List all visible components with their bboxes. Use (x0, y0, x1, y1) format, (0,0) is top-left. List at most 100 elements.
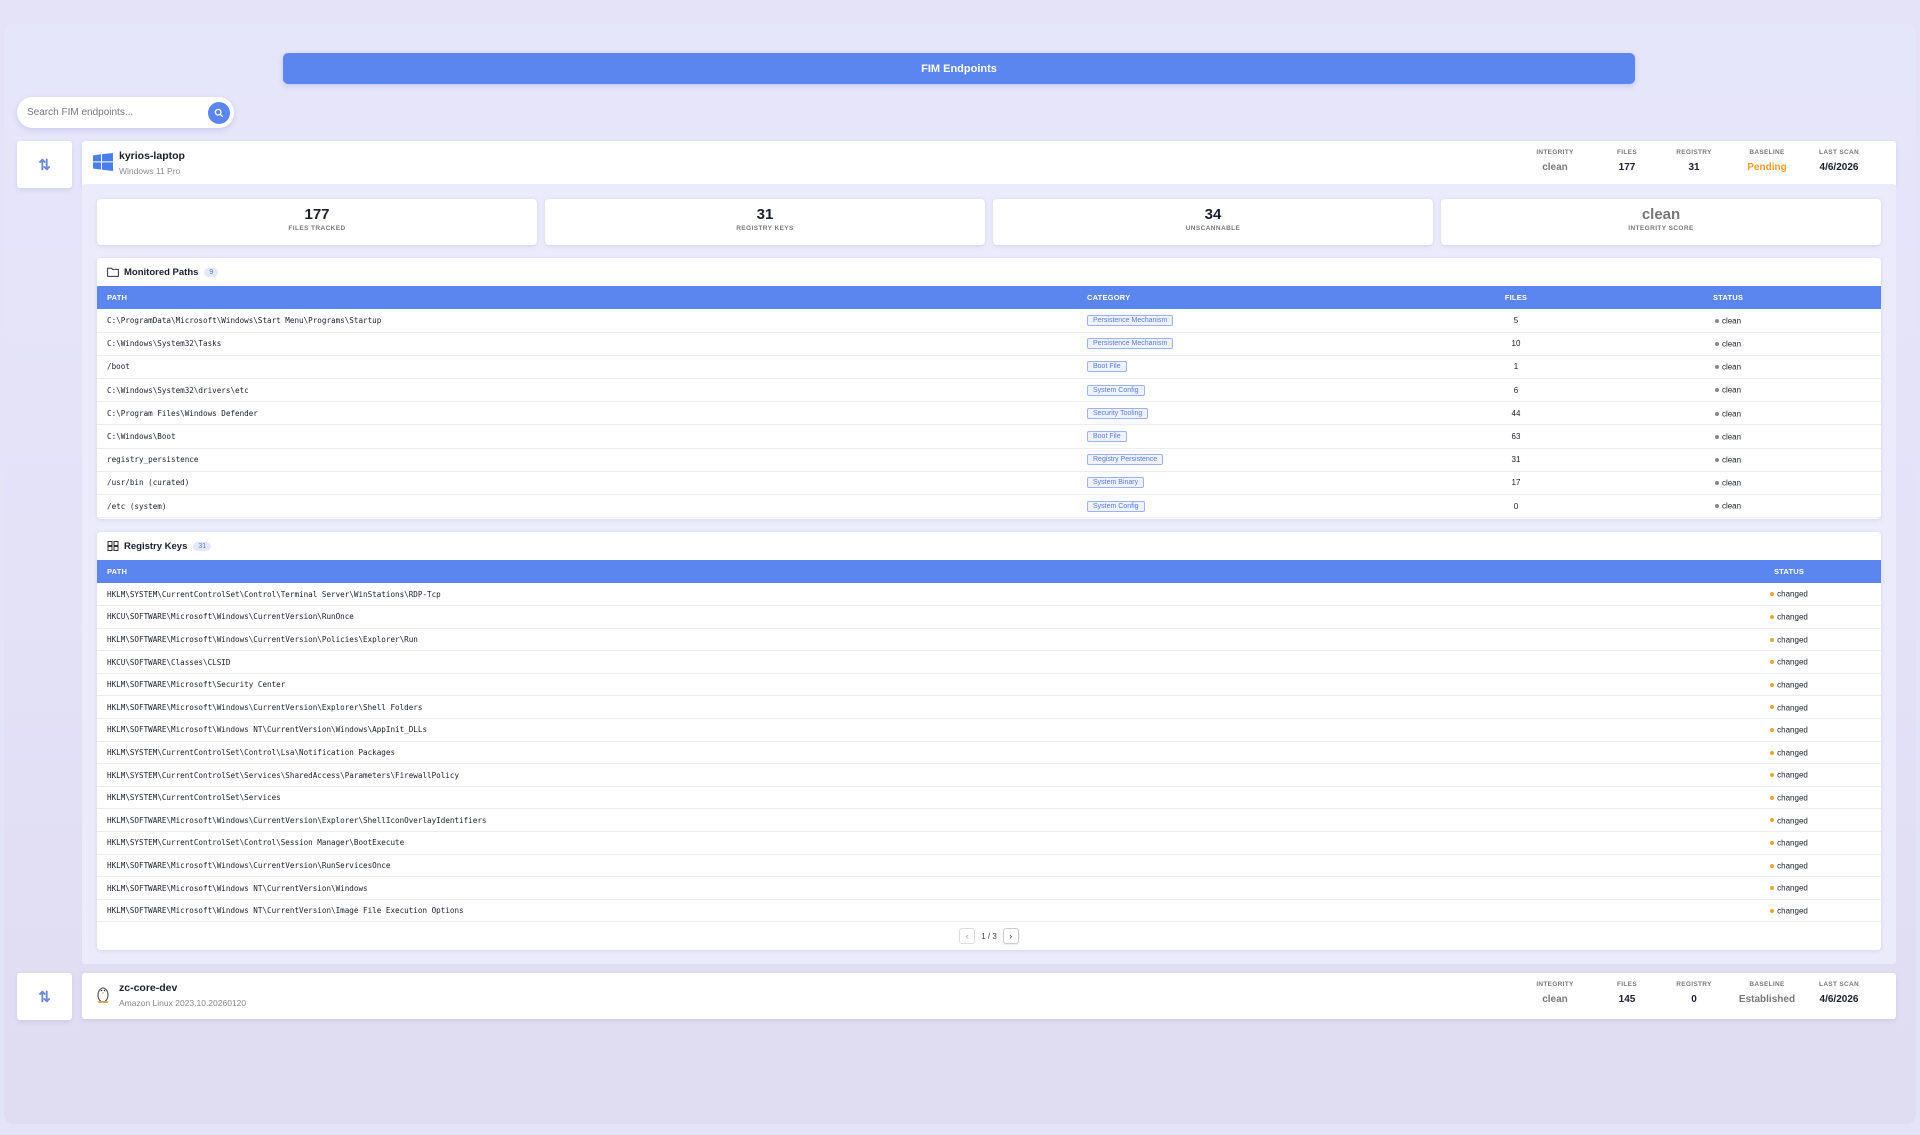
table-row[interactable]: C:\Windows\Boot Boot File 63 clean (97, 424, 1881, 449)
status-text: changed (1777, 635, 1808, 645)
endpoint-card[interactable]: kyrios-laptop Windows 11 Pro INTEGRITY c… (82, 141, 1896, 187)
path-cell: HKLM\SOFTWARE\Microsoft\Windows\CurrentV… (97, 854, 1697, 878)
stat-label: REGISTRY (1676, 981, 1712, 988)
table-row[interactable]: HKLM\SOFTWARE\Microsoft\Windows NT\Curre… (97, 876, 1881, 900)
files-cell: 5 (1457, 309, 1575, 333)
summary-caption: UNSCANNABLE (1185, 225, 1241, 232)
status-text: clean (1721, 409, 1742, 419)
last-scan-stat: LAST SCAN 4/6/2026 (1804, 981, 1874, 1005)
table-row[interactable]: HKLM\SYSTEM\CurrentControlSet\Services\S… (97, 763, 1881, 787)
status-dot-icon (1714, 341, 1719, 346)
category-cell: Boot File (1077, 355, 1457, 380)
category-cell: Persistence Mechanism (1077, 332, 1457, 356)
status-dot-icon (1770, 886, 1775, 891)
endpoint-card[interactable]: zc-core-dev Amazon Linux 2023.10.2026012… (82, 973, 1896, 1019)
table-row[interactable]: HKLM\SOFTWARE\Microsoft\Windows NT\Curre… (97, 718, 1881, 742)
status-cell: clean (1575, 355, 1881, 380)
status-dot-icon (1770, 615, 1775, 620)
status-text: changed (1777, 702, 1808, 712)
next-page-button[interactable]: › (1002, 928, 1019, 945)
path-cell: HKLM\SOFTWARE\Microsoft\Windows NT\Curre… (97, 899, 1697, 923)
path-cell: HKCU\SOFTWARE\Classes\CLSID (97, 650, 1697, 674)
path-cell: HKLM\SOFTWARE\Microsoft\Security Center (97, 673, 1697, 697)
status-text: clean (1721, 432, 1742, 442)
table-row[interactable]: HKLM\SYSTEM\CurrentControlSet\Control\Se… (97, 831, 1881, 855)
stat-value: 31 (1688, 162, 1700, 173)
status-dot-icon (1770, 750, 1775, 755)
table-row[interactable]: HKCU\SOFTWARE\Classes\CLSID changed (97, 650, 1881, 674)
table-row[interactable]: HKLM\SYSTEM\CurrentControlSet\Services ch… (97, 786, 1881, 810)
registry-stat: REGISTRY 31 (1659, 149, 1729, 173)
table-row[interactable]: /usr/bin (curated) System Binary 17 clean (97, 471, 1881, 496)
col-path: PATH (107, 293, 128, 302)
table-row[interactable]: HKLM\SOFTWARE\Microsoft\Windows\CurrentV… (97, 808, 1881, 833)
path-cell: HKLM\SOFTWARE\Microsoft\Windows NT\Curre… (97, 876, 1697, 900)
category-cell: System Config (1077, 378, 1457, 403)
status-dot-icon (1714, 318, 1719, 323)
files-cell: 6 (1457, 378, 1575, 403)
status-text: clean (1721, 478, 1742, 488)
table-row[interactable]: HKLM\SOFTWARE\Microsoft\Windows\CurrentV… (97, 628, 1881, 652)
category-cell: Registry Persistence (1077, 448, 1457, 472)
path-cell: /boot (97, 355, 1077, 380)
table-row[interactable]: HKCU\SOFTWARE\Microsoft\Windows\CurrentV… (97, 605, 1881, 629)
stat-label: BASELINE (1749, 149, 1785, 156)
status-dot-icon (1714, 434, 1719, 439)
expand-toggle-button[interactable]: ⇅ (17, 141, 72, 188)
status-dot-icon (1770, 660, 1775, 665)
status-text: changed (1777, 680, 1808, 690)
status-cell: changed (1697, 808, 1881, 833)
path-cell: /etc (system) (97, 494, 1077, 519)
path-cell: C:\Windows\System32\drivers\etc (97, 378, 1077, 403)
summary-value: 177 (304, 206, 330, 223)
table-row[interactable]: HKLM\SOFTWARE\Microsoft\Windows NT\Curre… (97, 899, 1881, 923)
files-cell: 44 (1457, 401, 1575, 426)
status-cell: clean (1575, 309, 1881, 333)
status-dot-icon (1714, 457, 1719, 462)
table-row[interactable]: HKLM\SYSTEM\CurrentControlSet\Control\Te… (97, 583, 1881, 607)
table-row[interactable]: HKLM\SOFTWARE\Microsoft\Windows\CurrentV… (97, 854, 1881, 878)
stat-label: INTEGRITY (1536, 149, 1574, 156)
registry-keys-table: PATH STATUS HKLM\SYSTEM\CurrentControlSe… (97, 560, 1881, 923)
summary-card-unscannable: 34 UNSCANNABLE (993, 199, 1433, 245)
table-row[interactable]: /boot Boot File 1 clean (97, 355, 1881, 380)
search-button[interactable] (208, 102, 230, 124)
status-text: changed (1777, 657, 1808, 667)
col-status: STATUS (1773, 567, 1805, 576)
status-cell: clean (1575, 378, 1881, 403)
search-input[interactable] (27, 107, 197, 118)
table-row[interactable]: C:\ProgramData\Microsoft\Windows\Start M… (97, 309, 1881, 333)
chevron-left-icon: ‹ (965, 931, 969, 942)
status-cell: clean (1575, 401, 1881, 426)
table-row[interactable]: registry_persistence Registry Persistence… (97, 448, 1881, 472)
category-tag: Persistence Mechanism (1087, 314, 1174, 326)
prev-page-button[interactable]: ‹ (959, 928, 976, 945)
endpoint-os: Amazon Linux 2023.10.20260120 (119, 998, 247, 1008)
table-row[interactable]: HKLM\SYSTEM\CurrentControlSet\Control\Ls… (97, 741, 1881, 765)
table-row[interactable]: C:\Windows\System32\Tasks Persistence Mec… (97, 332, 1881, 356)
stat-value: 0 (1691, 994, 1697, 1005)
sort-arrows-icon: ⇅ (38, 156, 51, 174)
search-icon (214, 108, 224, 118)
table-row[interactable]: HKLM\SOFTWARE\Microsoft\Security Center c… (97, 673, 1881, 697)
count-badge: 9 (204, 267, 219, 277)
category-tag: System Config (1087, 384, 1145, 396)
count-badge: 31 (193, 541, 212, 551)
baseline-stat: BASELINE Pending (1732, 149, 1802, 173)
status-dot-icon (1770, 795, 1775, 800)
path-cell: C:\Windows\Boot (97, 424, 1077, 449)
status-dot-icon (1770, 592, 1775, 597)
expand-toggle-button[interactable]: ⇅ (17, 973, 72, 1020)
table-row[interactable]: C:\Program Files\Windows Defender Securit… (97, 401, 1881, 426)
stat-label: BASELINE (1749, 981, 1785, 988)
status-dot-icon (1770, 841, 1775, 846)
registry-keys-header: Registry Keys 31 (97, 532, 1881, 560)
table-row[interactable]: HKLM\SOFTWARE\Microsoft\Windows\CurrentV… (97, 695, 1881, 720)
summary-card-integrity: clean INTEGRITY SCORE (1441, 199, 1881, 245)
summary-card-registry: 31 REGISTRY KEYS (545, 199, 985, 245)
stat-value: 145 (1618, 994, 1636, 1005)
col-status: STATUS (1712, 293, 1744, 302)
table-row[interactable]: C:\Windows\System32\drivers\etc System Co… (97, 378, 1881, 403)
monitored-paths-header: Monitored Paths 9 (97, 258, 1881, 286)
table-row[interactable]: /etc (system) System Config 0 clean (97, 494, 1881, 519)
